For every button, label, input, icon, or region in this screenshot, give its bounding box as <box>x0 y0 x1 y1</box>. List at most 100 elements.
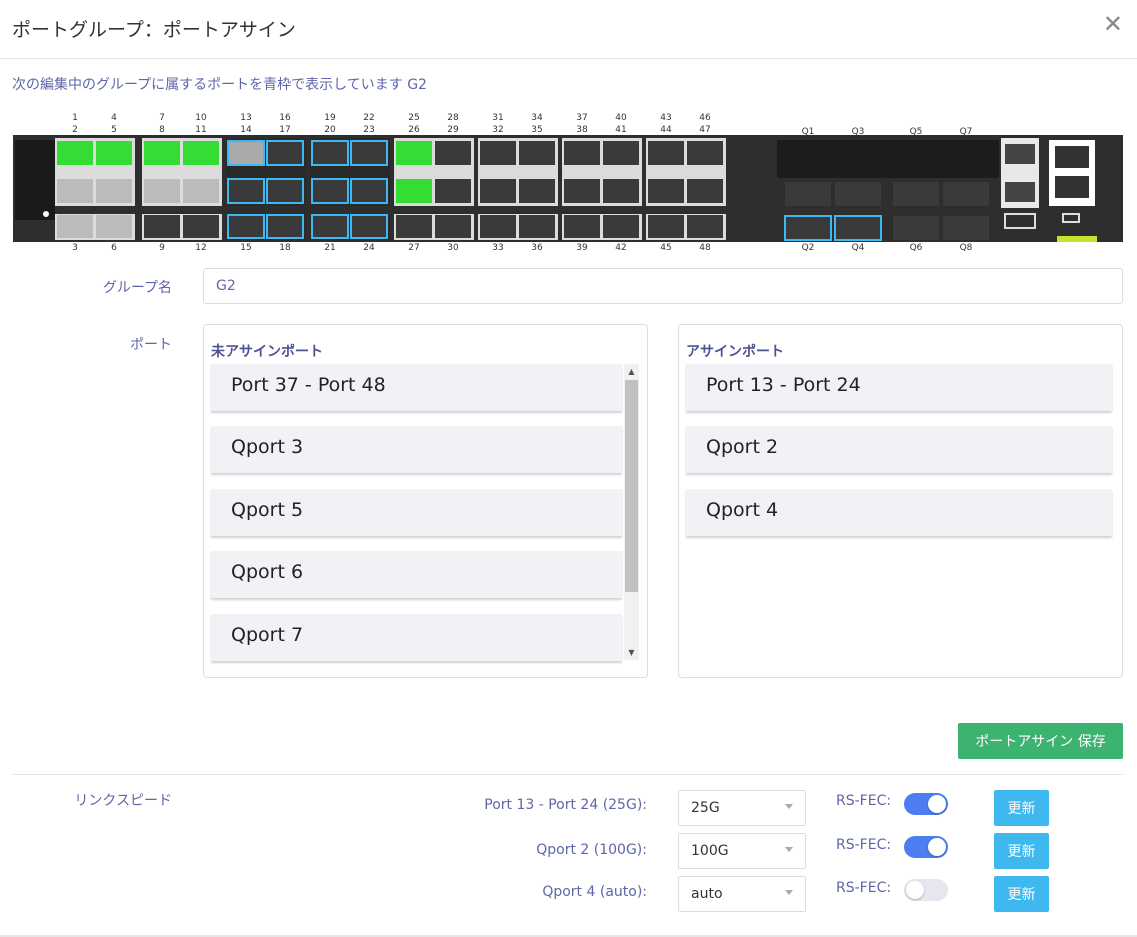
sfp-port <box>96 215 132 238</box>
port-number-label: 1 <box>72 113 78 123</box>
sfp-port <box>603 179 639 203</box>
assigned-port-item[interactable]: Qport 2 <box>686 426 1112 473</box>
scroll-down-icon[interactable]: ▼ <box>624 646 639 660</box>
port-number-label: 9 <box>159 243 165 253</box>
port-number-label: 30 <box>447 243 459 253</box>
port-number-label: 36 <box>531 243 543 253</box>
port-number-label: 8 <box>159 125 165 135</box>
scrollbar-thumb[interactable] <box>625 380 638 592</box>
chevron-down-icon <box>785 804 793 809</box>
rs-fec-label: RS-FEC: <box>836 793 892 809</box>
qsfp-port <box>834 215 882 241</box>
port-number-label: 16 <box>279 113 291 123</box>
sfp-port <box>480 215 516 238</box>
sfp-port <box>603 141 639 165</box>
sfp-port <box>266 140 304 166</box>
sfp-port <box>648 141 684 165</box>
qsfp-port <box>835 182 881 206</box>
sfp-port <box>350 140 388 166</box>
assigned-port-item[interactable]: Port 13 - Port 24 <box>686 364 1112 411</box>
sfp-port <box>227 214 265 239</box>
port-number-label: 23 <box>363 125 374 135</box>
sfp-port <box>519 215 555 238</box>
rs-fec-label: RS-FEC: <box>836 837 892 853</box>
sfp-port <box>435 215 471 238</box>
qsfp-port <box>893 216 939 240</box>
port-number-label: 3 <box>72 243 78 253</box>
unassigned-port-item[interactable]: Port 37 - Port 48 <box>211 364 622 411</box>
qsfp-label: Q2 <box>802 243 815 253</box>
port-number-label: 43 <box>660 113 671 123</box>
qsfp-label: Q7 <box>960 127 973 137</box>
port-number-label: 27 <box>408 243 419 253</box>
dialog-header: ポートグループ：ポートアサイン ✕ <box>0 0 1137 59</box>
rs-fec-label: RS-FEC: <box>836 880 892 896</box>
port-number-label: 33 <box>492 243 503 253</box>
sfp-port <box>144 141 180 165</box>
sfp-port <box>57 141 93 165</box>
sfp-port <box>396 179 432 203</box>
speed-select[interactable]: 25G <box>678 790 806 826</box>
update-button[interactable]: 更新 <box>994 876 1049 912</box>
ports-label: ポート <box>130 337 172 353</box>
rs-fec-toggle[interactable] <box>904 793 948 815</box>
port-number-label: 2 <box>72 125 78 135</box>
sfp-port <box>227 178 265 204</box>
rs-fec-toggle[interactable] <box>904 836 948 858</box>
sfp-port <box>564 215 600 238</box>
speed-select-value: 100G <box>691 843 729 859</box>
sfp-port <box>603 215 639 238</box>
link-speed-label: リンクスピード <box>74 793 172 809</box>
speed-select-value: 25G <box>691 800 720 816</box>
sfp-port <box>480 141 516 165</box>
speed-row-label: Qport 2 (100G): <box>536 842 647 858</box>
speed-select[interactable]: auto <box>678 876 806 912</box>
port-number-label: 46 <box>699 113 711 123</box>
group-name-label: グループ名 <box>102 280 172 296</box>
port-number-label: 19 <box>324 113 336 123</box>
chevron-down-icon <box>785 847 793 852</box>
unassigned-port-item[interactable]: Qport 3 <box>211 426 622 473</box>
qsfp-port <box>943 216 989 240</box>
speed-select[interactable]: 100G <box>678 833 806 869</box>
group-hint: 次の編集中のグループに属するポートを青枠で表示しています G2 <box>12 77 427 93</box>
assigned-port-item[interactable]: Qport 4 <box>686 489 1112 536</box>
port-number-label: 6 <box>111 243 117 253</box>
update-button[interactable]: 更新 <box>994 833 1049 869</box>
switch-front-panel: 12453 67810119 121314161715 181920222321 242… <box>13 113 1123 253</box>
port-number-label: 40 <box>615 113 627 123</box>
rj45-port <box>1055 176 1089 198</box>
sfp-port <box>183 215 219 238</box>
sfp-port <box>687 215 723 238</box>
update-button[interactable]: 更新 <box>994 790 1049 826</box>
unassigned-ports-panel: 未アサインポート Port 37 - Port 48 Qport 3 Qport… <box>203 324 648 678</box>
group-name-input[interactable] <box>203 268 1123 304</box>
sfp-port <box>266 214 304 239</box>
scroll-up-icon[interactable]: ▲ <box>624 365 639 379</box>
sfp-port <box>396 141 432 165</box>
unassigned-port-item[interactable]: Qport 7 <box>211 614 622 661</box>
save-port-assign-button[interactable]: ポートアサイン 保存 <box>958 723 1123 759</box>
port-number-label: 4 <box>111 113 117 123</box>
sfp-port <box>96 179 132 203</box>
close-icon[interactable]: ✕ <box>1103 12 1123 36</box>
unassigned-port-item[interactable]: Qport 5 <box>211 489 622 536</box>
sfp-port <box>519 141 555 165</box>
port-number-label: 48 <box>699 243 711 253</box>
port-number-label: 22 <box>363 113 374 123</box>
rs-fec-toggle[interactable] <box>904 879 948 901</box>
qsfp-label: Q3 <box>852 127 865 137</box>
qsfp-label: Q6 <box>910 243 923 253</box>
port-number-label: 7 <box>159 113 165 123</box>
qsfp-port <box>784 215 832 241</box>
port-number-label: 13 <box>240 113 251 123</box>
port-number-label: 17 <box>279 125 290 135</box>
port-number-label: 10 <box>195 113 207 123</box>
sfp-port <box>648 179 684 203</box>
sfp-port <box>311 214 349 239</box>
sfp-port <box>144 179 180 203</box>
port-number-label: 45 <box>660 243 671 253</box>
unassigned-port-item[interactable]: Qport 6 <box>211 551 622 598</box>
sfp-port <box>648 215 684 238</box>
dialog-title: ポートグループ：ポートアサイン <box>12 19 296 41</box>
